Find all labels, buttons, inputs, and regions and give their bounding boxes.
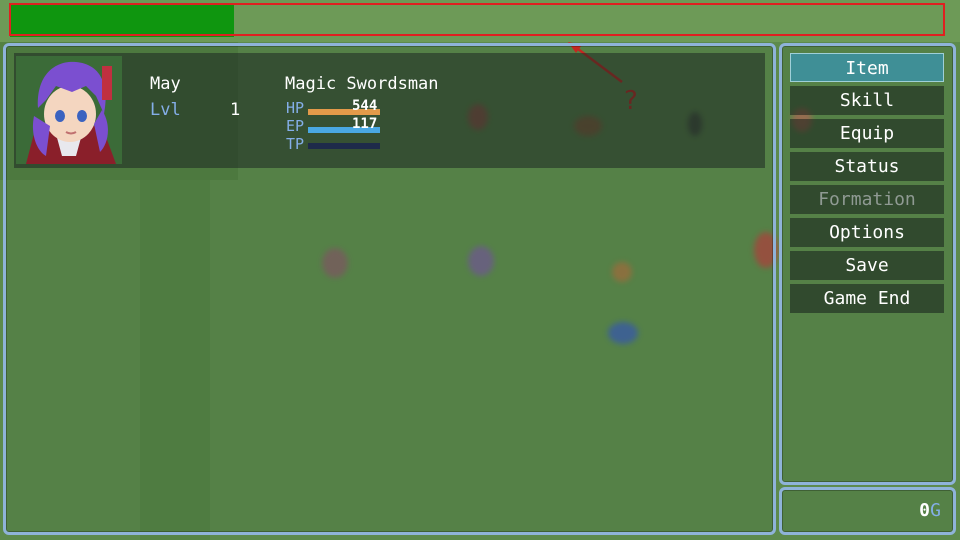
gold-amount: 0 xyxy=(919,500,930,521)
hp-label: HP xyxy=(286,99,305,117)
ep-value: 117 xyxy=(352,116,378,132)
tp-label: TP xyxy=(286,135,305,153)
actor-name: May xyxy=(150,74,181,94)
ep-label: EP xyxy=(286,117,305,135)
level-label: Lvl xyxy=(150,100,181,120)
menu-item-equip[interactable]: Equip xyxy=(790,119,944,148)
actor-face-portrait xyxy=(16,56,122,164)
menu-item-game-end[interactable]: Game End xyxy=(790,284,944,313)
menu-item-formation[interactable]: Formation xyxy=(790,185,944,214)
menu-item-skill[interactable]: Skill xyxy=(790,86,944,115)
menu-item-item[interactable]: Item xyxy=(790,53,944,82)
gold-unit: G xyxy=(930,500,941,521)
menu-item-options[interactable]: Options xyxy=(790,218,944,247)
actor-status-row[interactable] xyxy=(14,53,765,168)
actor-class: Magic Swordsman xyxy=(285,74,439,94)
level-value: 1 xyxy=(230,100,241,120)
menu-item-save[interactable]: Save xyxy=(790,251,944,280)
tp-gauge xyxy=(308,143,380,149)
hp-value: 544 xyxy=(352,98,378,114)
menu-item-status[interactable]: Status xyxy=(790,152,944,181)
